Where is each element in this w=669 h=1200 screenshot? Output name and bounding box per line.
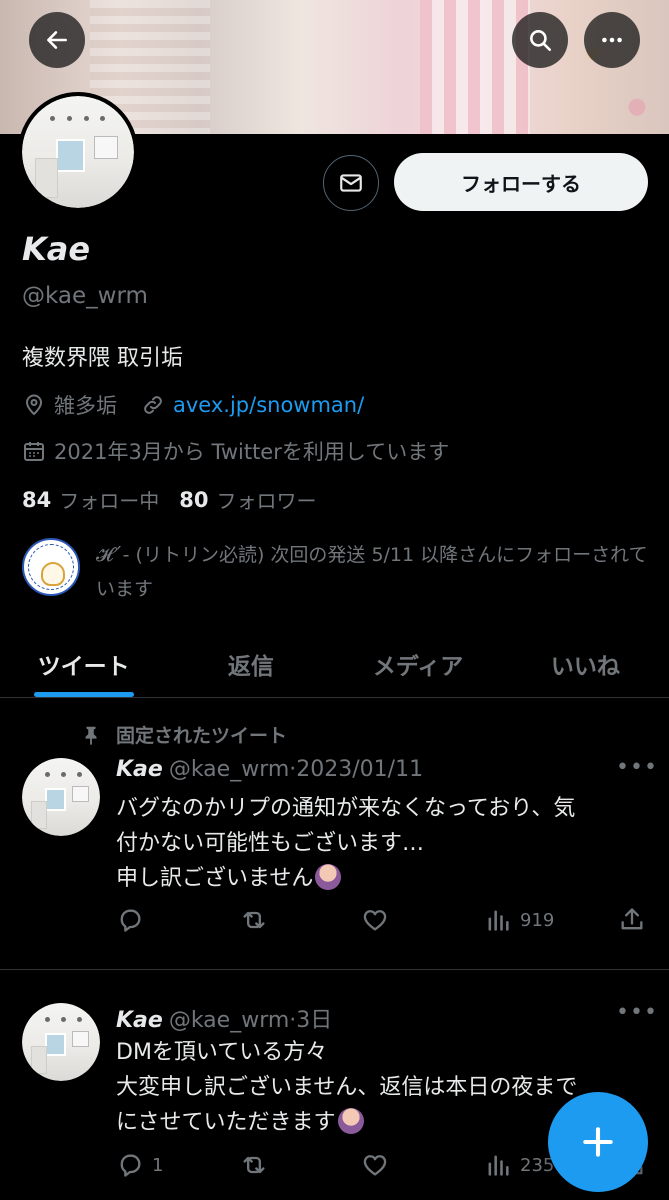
heart-icon (363, 910, 387, 931)
bowing-emoji-icon (315, 864, 342, 890)
reply-button[interactable] (116, 906, 152, 934)
tweet-header: Kae @kae_wrm·3日 (116, 1008, 333, 1033)
like-button[interactable] (361, 1151, 389, 1179)
profile-avatar[interactable] (18, 92, 138, 212)
bowing-emoji-icon (337, 1108, 364, 1134)
retweet-icon (243, 1156, 265, 1174)
tweet-avatar[interactable] (22, 1003, 100, 1081)
tweet-line: バグなのかリプの通知が来なくなっており、気 (116, 796, 576, 821)
reply-icon (120, 1154, 141, 1177)
reply-icon (120, 909, 141, 932)
more-icon (602, 37, 622, 43)
views-count: 235 (520, 1154, 555, 1176)
followed-by-text: 𝓗´- (リトリン必読) 次回の発送 5/11 以降さんにフォローされています (96, 544, 648, 600)
search-button[interactable] (512, 12, 568, 68)
tweet-line-wrap: 申し訳ございません (116, 861, 646, 896)
plus-icon (583, 1127, 613, 1157)
tweet-line: にさせていただきます (116, 1110, 336, 1135)
mail-icon (340, 174, 362, 192)
followers-link[interactable]: 80 フォロワー (179, 485, 316, 514)
following-label: フォロー中 (59, 489, 160, 513)
follow-counts: 84 フォロー中 80 フォロワー (22, 485, 316, 514)
views-button[interactable]: 919 (484, 906, 554, 934)
link-icon (144, 396, 162, 414)
views-count: 919 (520, 909, 555, 931)
reply-button[interactable]: 1 (116, 1151, 163, 1179)
follow-button[interactable]: フォローする (394, 153, 648, 211)
joined-row: 2021年3月から Twitterを利用しています (22, 436, 449, 466)
views-chart-icon (488, 1155, 509, 1176)
tweet-line: 申し訳ございません (116, 866, 314, 891)
like-button[interactable] (361, 906, 389, 934)
tweet-date: 2023/01/11 (296, 757, 424, 782)
tweet-author-handle: @kae_wrm (168, 757, 290, 782)
tab-media[interactable]: メディア (335, 630, 502, 697)
pinned-indicator: 固定されたツイート (80, 721, 287, 748)
views-chart-icon (488, 910, 509, 931)
tweet-line: DMを頂いている方々 (116, 1040, 328, 1065)
tweet-more-button[interactable]: ••• (616, 1000, 658, 1025)
retweet-icon (243, 911, 265, 929)
search-icon (530, 30, 552, 52)
tweet-line: 付かない可能性もございます… (116, 831, 425, 856)
tweet-author-name[interactable]: Kae (116, 757, 163, 782)
views-button[interactable]: 235 (484, 1151, 554, 1179)
following-count: 84 (22, 487, 52, 512)
following-link[interactable]: 84 フォロー中 (22, 485, 159, 514)
pin-icon (85, 726, 97, 745)
share-button[interactable] (618, 906, 646, 934)
tweet-date: 3日 (296, 1008, 333, 1033)
followers-count: 80 (179, 487, 209, 512)
tweet-line: 大変申し訳ございません、返信は本日の夜まで (116, 1075, 578, 1100)
calendar-icon (24, 442, 44, 461)
tweet-header: Kae @kae_wrm·2023/01/11 (116, 757, 424, 782)
tab-likes[interactable]: いいね (502, 630, 669, 697)
share-icon (621, 908, 643, 930)
retweet-button[interactable] (240, 1151, 268, 1179)
reply-count: 1 (152, 1154, 164, 1176)
profile-name: Kae (22, 230, 91, 268)
tweet-author-handle: @kae_wrm (168, 1008, 290, 1033)
tweet-author-name[interactable]: Kae (116, 1008, 163, 1033)
tweet-divider (0, 969, 669, 970)
back-arrow-icon (47, 31, 67, 49)
followed-by-row[interactable]: 𝓗´- (リトリン必読) 次回の発送 5/11 以降さんにフォローされています (22, 538, 656, 606)
profile-joined: 2021年3月から Twitterを利用しています (54, 440, 450, 464)
tab-tweets[interactable]: ツイート (0, 630, 167, 697)
retweet-button[interactable] (240, 906, 268, 934)
profile-bio: 複数界隈 取引垢 (22, 346, 183, 371)
tweet-actions: 919 (116, 906, 646, 936)
profile-tabs: ツイート 返信 メディア いいね (0, 630, 669, 698)
followers-label: フォロワー (216, 489, 317, 513)
profile-handle: @kae_wrm (22, 283, 148, 309)
location-icon (25, 394, 43, 416)
compose-tweet-button[interactable] (548, 1092, 648, 1192)
back-button[interactable] (29, 12, 85, 68)
heart-icon (363, 1155, 387, 1176)
tweet-text: バグなのかリプの通知が来なくなっており、気 付かない可能性もございます… 申し訳… (116, 791, 646, 896)
profile-meta: 雑多垢 avex.jp/snowman/ (22, 390, 364, 420)
tab-replies[interactable]: 返信 (167, 630, 334, 697)
tweet-more-button[interactable]: ••• (616, 755, 658, 780)
profile-website-link[interactable]: avex.jp/snowman/ (173, 393, 364, 417)
tweet-avatar[interactable] (22, 758, 100, 836)
more-button[interactable] (584, 12, 640, 68)
message-button[interactable] (323, 155, 379, 211)
profile-location: 雑多垢 (54, 394, 117, 418)
follower-avatar (22, 538, 80, 596)
pinned-label: 固定されたツイート (116, 725, 288, 747)
